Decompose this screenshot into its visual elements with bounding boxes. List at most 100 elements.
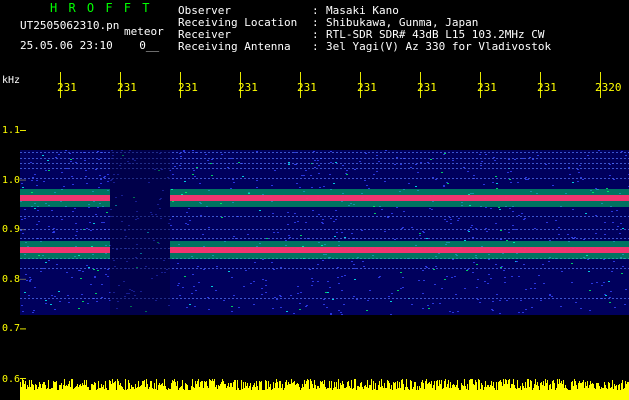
noise-speckle — [334, 236, 336, 237]
noise-speckle — [85, 170, 87, 171]
dotted-line — [556, 229, 558, 230]
amplitude-bar — [130, 389, 131, 400]
noise-speckle — [598, 150, 600, 151]
noise-speckle — [312, 281, 314, 282]
noise-speckle — [97, 207, 99, 208]
dotted-line — [232, 168, 234, 169]
dotted-line — [528, 238, 530, 239]
dotted-line — [264, 152, 266, 153]
noise-speckle — [363, 266, 365, 267]
dotted-line — [88, 238, 90, 239]
dotted-line — [332, 168, 334, 169]
dotted-line — [516, 216, 518, 217]
signal-band-core — [20, 247, 110, 253]
amplitude-bar — [407, 387, 408, 400]
dotted-line — [368, 178, 370, 179]
amplitude-bar — [587, 381, 588, 400]
noise-speckle — [323, 186, 325, 187]
noise-speckle — [174, 166, 176, 167]
info-labels: Observer Receiving Location Receiver Rec… — [178, 4, 298, 53]
dotted-line — [64, 163, 66, 164]
dotted-line — [92, 298, 94, 299]
amplitude-bar — [276, 379, 277, 400]
dotted-line — [228, 268, 230, 269]
dotted-line — [80, 158, 82, 159]
amplitude-bar — [584, 388, 585, 400]
amplitude-bar — [321, 382, 322, 400]
amplitude-bar — [232, 387, 233, 400]
noise-speckle — [256, 151, 258, 152]
dotted-line — [212, 163, 214, 164]
amplitude-bar — [131, 385, 132, 400]
amplitude-bar — [597, 383, 598, 400]
noise-speckle — [287, 224, 289, 225]
dotted-line — [348, 238, 350, 239]
dotted-line — [304, 152, 306, 153]
noise-speckle — [34, 174, 36, 175]
dotted-line — [456, 229, 458, 230]
dotted-line — [380, 298, 382, 299]
noise-speckle — [72, 184, 74, 185]
dotted-line — [44, 298, 46, 299]
dotted-line — [24, 229, 26, 230]
amplitude-bar — [221, 382, 222, 400]
dotted-line — [272, 229, 274, 230]
amplitude-bar — [438, 386, 439, 400]
dotted-line — [260, 216, 262, 217]
amplitude-bar — [213, 381, 214, 400]
dotted-line — [348, 229, 350, 230]
dotted-line — [580, 238, 582, 239]
noise-speckle — [54, 309, 56, 310]
noise-speckle — [230, 158, 232, 159]
amplitude-bar — [391, 385, 392, 400]
amplitude-bar — [144, 380, 145, 400]
amplitude-bar — [194, 388, 195, 400]
dotted-line — [20, 268, 22, 269]
dotted-line — [396, 268, 398, 269]
dotted-line — [556, 158, 558, 159]
noise-speckle — [417, 172, 419, 173]
dotted-line — [580, 298, 582, 299]
dotted-line — [428, 229, 430, 230]
dotted-line — [396, 229, 398, 230]
dotted-line — [172, 238, 174, 239]
dotted-line — [96, 152, 98, 153]
dotted-line — [56, 163, 58, 164]
amplitude-bar — [207, 386, 208, 400]
noise-speckle — [195, 290, 197, 291]
dotted-line — [96, 268, 98, 269]
noise-speckle — [543, 283, 545, 284]
amplitude-bar — [460, 390, 461, 400]
dotted-line — [492, 298, 494, 299]
noise-speckle — [351, 233, 353, 234]
file-name: UT2505062310.pn — [20, 19, 120, 32]
dotted-line — [56, 268, 58, 269]
dotted-line — [24, 298, 26, 299]
amplitude-bar — [374, 389, 375, 400]
dotted-line — [192, 216, 194, 217]
noise-speckle — [89, 222, 91, 223]
dotted-line — [404, 238, 406, 239]
amplitude-bar — [502, 386, 503, 400]
dotted-line — [224, 178, 226, 179]
dotted-line — [476, 152, 478, 153]
amplitude-bar — [73, 389, 74, 400]
dotted-line — [396, 298, 398, 299]
dotted-line — [48, 298, 50, 299]
dotted-line — [68, 163, 70, 164]
dotted-line — [96, 238, 98, 239]
noise-speckle — [311, 187, 313, 188]
dotted-line — [536, 268, 538, 269]
spectrogram-plot — [20, 72, 629, 400]
dotted-line — [456, 238, 458, 239]
noise-speckle — [199, 183, 201, 184]
noise-speckle — [572, 209, 574, 210]
noise-speckle — [621, 273, 623, 274]
dotted-line — [372, 163, 374, 164]
dotted-line — [508, 298, 510, 299]
noise-speckle — [180, 156, 182, 157]
dotted-line — [288, 298, 290, 299]
dotted-line — [84, 158, 86, 159]
dotted-line — [232, 229, 234, 230]
amplitude-bar — [95, 383, 96, 400]
